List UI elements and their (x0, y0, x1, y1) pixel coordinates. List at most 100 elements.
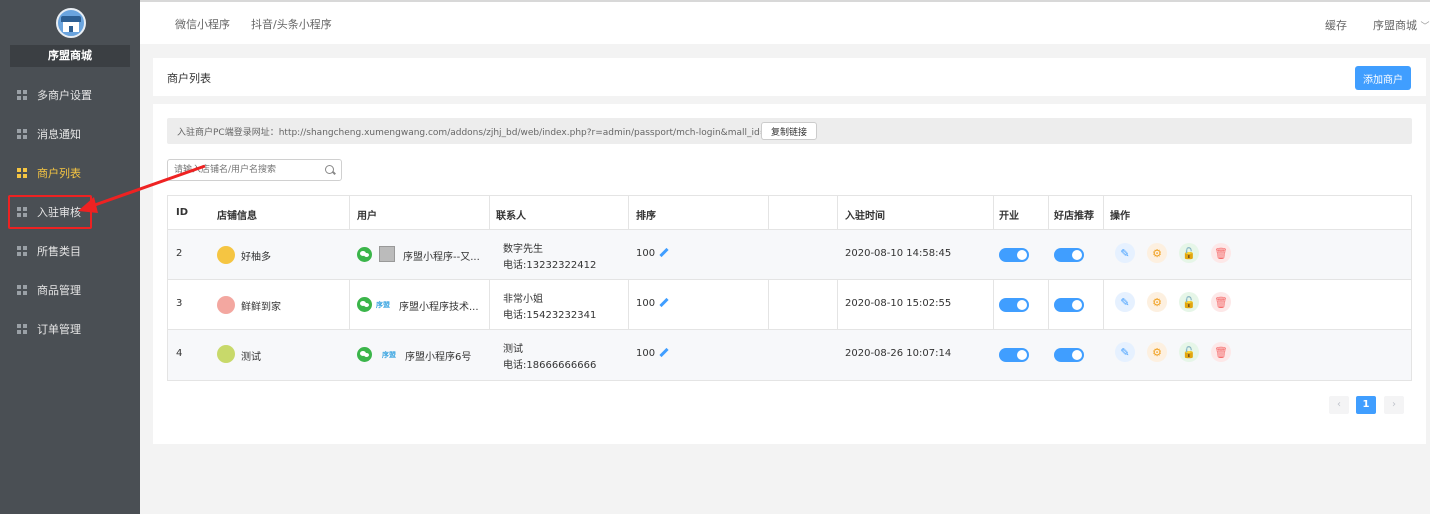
sidebar-item-goods-management[interactable]: 商品管理 (0, 270, 140, 309)
settle-time: 2020-08-26 10:07:14 (845, 348, 952, 359)
recommend-toggle[interactable] (1054, 248, 1084, 262)
column-header: 排序 (636, 211, 656, 222)
edit-icon[interactable]: ✎ (1115, 243, 1135, 263)
recommend-toggle[interactable] (1054, 298, 1084, 312)
login-url-text: 入驻商户PC端登录网址：http://shangcheng.xumengwang… (177, 128, 793, 138)
add-merchant-button[interactable]: 添加商户 (1355, 66, 1411, 90)
delete-icon[interactable]: 🗑 (1211, 292, 1231, 312)
column-header: 用户 (357, 211, 377, 222)
search-icon[interactable] (325, 165, 334, 174)
sort-edit-icon[interactable] (659, 247, 669, 258)
contact-name: 非常小姐 (503, 294, 543, 305)
user-logo: 序盟 (382, 351, 396, 359)
grid-icon (17, 323, 27, 334)
sidebar-item-categories[interactable]: 所售类目 (0, 231, 140, 270)
shop-name: 序盟商城 (10, 45, 130, 67)
pagination-prev-button[interactable]: ‹ (1329, 396, 1349, 414)
sidebar-item-label: 消息通知 (37, 127, 81, 141)
column-header: 好店推荐 (1054, 211, 1094, 222)
column-header: 联系人 (496, 211, 526, 222)
column-header: ID (176, 207, 189, 218)
recommend-toggle[interactable] (1054, 348, 1084, 362)
row-id: 4 (176, 348, 183, 359)
table-row: 2 好柚多 序盟小程序--又... 数字先生 电话:13232322412 10… (168, 230, 1411, 280)
table-row: 4 测试 序盟 序盟小程序6号 测试 电话:18666666666 100 20… (168, 330, 1411, 380)
table-row: 3 鲜鲜到家 序盟 序盟小程序技术... 非常小姐 电话:15423232341… (168, 280, 1411, 330)
store-name: 测试 (241, 352, 261, 363)
sidebar-item-label: 商品管理 (37, 283, 81, 297)
grid-icon (17, 284, 27, 295)
cache-link[interactable]: 缓存 (1325, 17, 1347, 33)
top-bar: 微信小程序 抖音/头条小程序 缓存 序盟商城 ﹀ (140, 0, 1430, 44)
store-avatar (217, 345, 235, 363)
tab-douyin-miniprogram[interactable]: 抖音/头条小程序 (251, 16, 332, 32)
contact-phone: 电话:18666666666 (503, 360, 597, 371)
shop-logo (56, 8, 86, 38)
open-toggle[interactable] (999, 248, 1029, 262)
store-name: 好柚多 (241, 252, 271, 263)
user-name: 序盟小程序技术... (399, 302, 479, 313)
wechat-icon (357, 347, 372, 362)
sidebar: 序盟商城 多商户设置 消息通知 商户列表 入驻审核 所售类目 商品管理 订单管理 (0, 0, 140, 514)
column-header: 操作 (1110, 211, 1130, 222)
edit-icon[interactable]: ✎ (1115, 342, 1135, 362)
sidebar-item-label: 商户列表 (37, 166, 81, 180)
store-name: 鲜鲜到家 (241, 302, 281, 313)
store-avatar (217, 246, 235, 264)
open-toggle[interactable] (999, 298, 1029, 312)
search-input[interactable] (174, 162, 319, 178)
highlight-box (8, 195, 92, 229)
store-avatar (217, 296, 235, 314)
chevron-down-icon: ﹀ (1420, 22, 1430, 32)
sidebar-item-order-management[interactable]: 订单管理 (0, 309, 140, 348)
gear-icon[interactable]: ⚙ (1147, 243, 1167, 263)
sort-edit-icon[interactable] (659, 347, 669, 358)
sort-edit-icon[interactable] (659, 297, 669, 308)
gear-icon[interactable]: ⚙ (1147, 292, 1167, 312)
grid-icon (17, 128, 27, 139)
tab-wechat-miniprogram[interactable]: 微信小程序 (175, 16, 230, 32)
account-name: 序盟商城 (1373, 19, 1417, 32)
sidebar-item-multi-merchant-settings[interactable]: 多商户设置 (0, 75, 140, 114)
row-id: 3 (176, 298, 183, 309)
delete-icon[interactable]: 🗑 (1211, 342, 1231, 362)
account-menu[interactable]: 序盟商城 ﹀ (1373, 17, 1430, 33)
login-url-bar: 入驻商户PC端登录网址：http://shangcheng.xumengwang… (167, 118, 1412, 144)
grid-icon (17, 167, 27, 178)
sidebar-item-label: 订单管理 (37, 322, 81, 336)
pagination-page-1[interactable]: 1 (1356, 396, 1376, 414)
pagination-next-button[interactable]: › (1384, 396, 1404, 414)
user-logo: 序盟 (376, 301, 390, 309)
settle-time: 2020-08-10 15:02:55 (845, 298, 952, 309)
sort-value: 100 (636, 248, 656, 259)
sidebar-item-merchant-list[interactable]: 商户列表 (0, 153, 140, 192)
column-header: 入驻时间 (845, 211, 885, 222)
wechat-icon (357, 297, 372, 312)
column-header: 开业 (999, 211, 1019, 222)
user-name: 序盟小程序6号 (405, 352, 472, 363)
sort-value: 100 (636, 298, 656, 309)
gear-icon[interactable]: ⚙ (1147, 342, 1167, 362)
wechat-icon (357, 247, 372, 262)
sidebar-item-label: 所售类目 (37, 244, 81, 258)
page-title: 商户列表 (167, 72, 211, 85)
open-toggle[interactable] (999, 348, 1029, 362)
column-header: 店铺信息 (217, 211, 257, 222)
edit-icon[interactable]: ✎ (1115, 292, 1135, 312)
contact-name: 数字先生 (503, 244, 543, 255)
lock-icon[interactable]: 🔓 (1179, 292, 1199, 312)
copy-link-button[interactable]: 复制链接 (761, 122, 817, 140)
merchant-table: ID 店铺信息 用户 联系人 排序 入驻时间 开业 好店推荐 操作 2 好柚多 … (167, 195, 1412, 381)
table-header: ID 店铺信息 用户 联系人 排序 入驻时间 开业 好店推荐 操作 (168, 196, 1411, 230)
sort-value: 100 (636, 348, 656, 359)
contact-phone: 电话:13232322412 (503, 260, 597, 271)
row-id: 2 (176, 248, 183, 259)
page-header: 商户列表 添加商户 (153, 58, 1426, 96)
search-box (167, 159, 342, 181)
sidebar-item-notifications[interactable]: 消息通知 (0, 114, 140, 153)
lock-icon[interactable]: 🔓 (1179, 342, 1199, 362)
lock-icon[interactable]: 🔓 (1179, 243, 1199, 263)
main-card: 入驻商户PC端登录网址：http://shangcheng.xumengwang… (153, 104, 1426, 444)
grid-icon (17, 245, 27, 256)
delete-icon[interactable]: 🗑 (1211, 243, 1231, 263)
